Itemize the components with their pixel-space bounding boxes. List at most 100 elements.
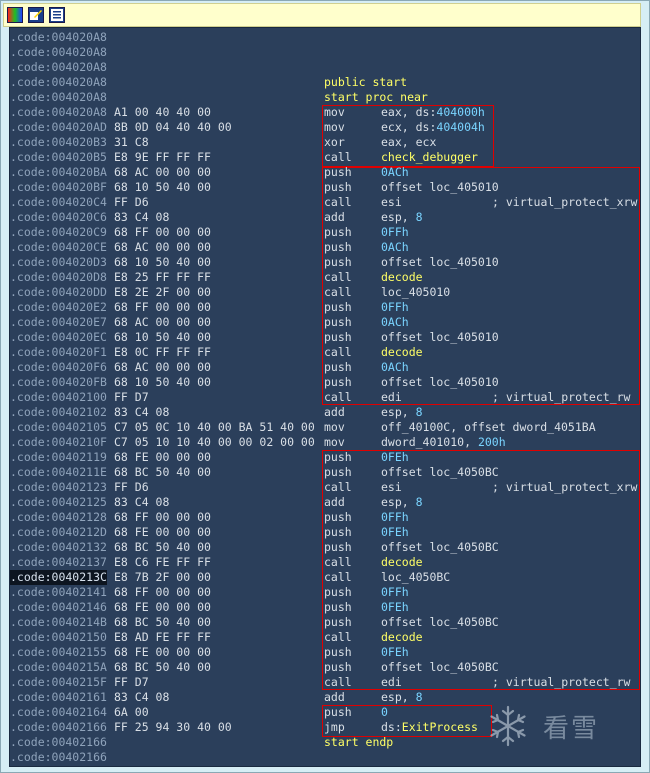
edit-icon[interactable] <box>28 7 44 23</box>
address: .code:0040211E <box>10 465 107 479</box>
listing-line[interactable]: .code:00402146 68 FE 00 00 00 push 0FEh <box>10 600 640 615</box>
listing-line[interactable]: .code:004020C6 83 C4 08 add esp, 8 <box>10 210 640 225</box>
operand-text: edi <box>381 675 402 689</box>
listing-line[interactable]: .code:0040214B 68 BC 50 40 00 push offset l… <box>10 615 640 630</box>
listing-line[interactable]: .code:00402100 FF D7 call edi ; virtual_prot… <box>10 390 640 405</box>
listing-line[interactable]: .code:00402155 68 FE 00 00 00 push 0FEh <box>10 645 640 660</box>
opcode-bytes: 68 FE 00 00 00 <box>114 525 211 539</box>
listing-line[interactable]: .code:004020A8 start proc near <box>10 90 640 105</box>
listing-line[interactable]: .code:00402164 6A 00 push 0 <box>10 705 640 720</box>
listing-line[interactable]: .code:004020EC 68 10 50 40 00 push offset l… <box>10 330 640 345</box>
operands: 0FEh <box>381 525 409 540</box>
listing-line[interactable]: .code:004020E7 68 AC 00 00 00 push 0ACh <box>10 315 640 330</box>
operands: esp, 8 <box>381 690 423 705</box>
address: .code:0040215F <box>10 675 107 689</box>
mnemonic: push <box>324 600 352 614</box>
operands: offset loc_4050BC <box>381 465 499 480</box>
listing-line[interactable]: .code:004020A8 <box>10 60 640 75</box>
constant: 0FEh <box>381 645 409 659</box>
operand-text: offset loc_4050BC <box>381 660 499 674</box>
operand-text: esi <box>381 480 402 494</box>
listing-line[interactable]: .code:004020A8 A1 00 40 40 00 mov eax, ds:4… <box>10 105 640 120</box>
comment: ; virtual_protect_rw <box>492 675 631 689</box>
symbol-name[interactable]: decode <box>381 270 423 284</box>
symbol-name[interactable]: check_debugger <box>381 150 478 164</box>
proc-label: public start <box>324 75 408 89</box>
symbol-name[interactable]: decode <box>381 630 423 644</box>
mnemonic: mov <box>324 420 345 434</box>
address: .code:004020C6 <box>10 210 107 224</box>
listing-line[interactable]: .code:004020F1 E8 0C FF FF FF call decode <box>10 345 640 360</box>
listing-line[interactable]: .code:004020A8 <box>10 45 640 60</box>
proc-label: start proc near <box>324 90 428 104</box>
listing-line[interactable]: .code:004020B3 31 C8 xor eax, ecx <box>10 135 640 150</box>
listing-line[interactable]: .code:004020BA 68 AC 00 00 00 push 0ACh <box>10 165 640 180</box>
listing-line[interactable]: .code:00402119 68 FE 00 00 00 push 0FEh <box>10 450 640 465</box>
operands: 0FFh <box>381 225 409 240</box>
listing-line[interactable]: .code:00402166 FF 25 94 30 40 00 jmp ds:Exi… <box>10 720 640 735</box>
listing-line[interactable]: .code:004020E2 68 FF 00 00 00 push 0FFh <box>10 300 640 315</box>
listing-line[interactable]: .code:0040211E 68 BC 50 40 00 push offset l… <box>10 465 640 480</box>
mnemonic: call <box>324 555 352 569</box>
operands: esi <box>381 195 402 210</box>
operand-text: eax, ecx <box>381 135 437 149</box>
operands: 0ACh <box>381 165 409 180</box>
listing-line[interactable]: .code:004020F6 68 AC 00 00 00 push 0ACh <box>10 360 640 375</box>
listing-line[interactable]: .code:0040213C E8 7B 2F 00 00 call loc_4050… <box>10 570 640 585</box>
operands: 0ACh <box>381 360 409 375</box>
opcode-bytes: 68 AC 00 00 00 <box>114 315 211 329</box>
listing-line[interactable]: .code:004020FB 68 10 50 40 00 push offset l… <box>10 375 640 390</box>
constant: 404004h <box>436 120 485 134</box>
graph-view-icon[interactable] <box>7 7 23 23</box>
listing-line[interactable]: .code:004020A8 public start <box>10 75 640 90</box>
listing-line[interactable]: .code:00402128 68 FF 00 00 00 push 0FFh <box>10 510 640 525</box>
listing-line[interactable]: .code:00402132 68 BC 50 40 00 push offset l… <box>10 540 640 555</box>
mnemonic: push <box>324 255 352 269</box>
listing-line[interactable]: .code:00402125 83 C4 08 add esp, 8 <box>10 495 640 510</box>
opcode-bytes: 83 C4 08 <box>114 210 170 224</box>
mnemonic: add <box>324 210 345 224</box>
disassembly-listing[interactable]: 看雪 .code:004020A8 .code:004020A8 .code:004… <box>9 27 641 767</box>
listing-line[interactable]: .code:00402161 83 C4 08 add esp, 8 <box>10 690 640 705</box>
listing-line[interactable]: .code:00402137 E8 C6 FE FF FF call decode <box>10 555 640 570</box>
listing-line[interactable]: .code:0040215F FF D7 call edi ; virtual_prot… <box>10 675 640 690</box>
mnemonic: call <box>324 630 352 644</box>
listing-line[interactable]: .code:00402105 C7 05 0C 10 40 00 BA 51 40… <box>10 420 640 435</box>
mnemonic: push <box>324 330 352 344</box>
opcode-bytes: E8 0C FF FF FF <box>114 345 211 359</box>
address: .code:004020F1 <box>10 345 107 359</box>
listing-line[interactable]: .code:00402141 68 FF 00 00 00 push 0FFh <box>10 585 640 600</box>
listing-line[interactable]: .code:0040212D 68 FE 00 00 00 push 0FEh <box>10 525 640 540</box>
symbol-name[interactable]: ExitProcess <box>402 720 478 734</box>
listing-line[interactable]: .code:004020A8 <box>10 30 640 45</box>
operand-text: esp, <box>381 495 416 509</box>
listing-line[interactable]: .code:004020CE 68 AC 00 00 00 push 0ACh <box>10 240 640 255</box>
address: .code:004020A8 <box>10 30 107 44</box>
listing-line[interactable]: .code:0040215A 68 BC 50 40 00 push offset l… <box>10 660 640 675</box>
symbol-name[interactable]: decode <box>381 345 423 359</box>
symbol-name[interactable]: decode <box>381 555 423 569</box>
toolbar <box>3 3 641 27</box>
listing-line[interactable]: .code:004020B5 E8 9E FF FF FF call check_de… <box>10 150 640 165</box>
listing-line[interactable]: .code:004020BF 68 10 50 40 00 push offset l… <box>10 180 640 195</box>
operands: 0ACh <box>381 240 409 255</box>
listing-line[interactable]: .code:00402166 start endp <box>10 735 640 750</box>
opcode-bytes: 68 10 50 40 00 <box>114 255 211 269</box>
listing-line[interactable]: .code:004020C9 68 FF 00 00 00 push 0FFh <box>10 225 640 240</box>
listing-line[interactable]: .code:00402166 <box>10 750 640 765</box>
listing-line[interactable]: .code:00402150 E8 AD FE FF FF call decode <box>10 630 640 645</box>
opcode-bytes: FF D6 <box>114 480 149 494</box>
listing-line[interactable]: .code:004020C4 FF D6 call esi ; virtual_prot… <box>10 195 640 210</box>
opcode-bytes: E8 9E FF FF FF <box>114 150 211 164</box>
opcode-bytes: FF D7 <box>114 675 149 689</box>
text-view-icon[interactable] <box>49 7 65 23</box>
listing-line[interactable]: .code:004020DD E8 2E 2F 00 00 call loc_4050… <box>10 285 640 300</box>
listing-line[interactable]: .code:00402102 83 C4 08 add esp, 8 <box>10 405 640 420</box>
listing-line[interactable]: .code:004020D3 68 10 50 40 00 push offset l… <box>10 255 640 270</box>
listing-line[interactable]: .code:004020D8 E8 25 FF FF FF call decode <box>10 270 640 285</box>
listing-line[interactable]: .code:0040210F C7 05 10 10 40 00 00 02 00… <box>10 435 640 450</box>
operands: 0 <box>381 705 388 720</box>
listing-line[interactable]: .code:00402123 FF D6 call esi ; virtual_prot… <box>10 480 640 495</box>
opcode-bytes: 68 BC 50 40 00 <box>114 660 211 674</box>
listing-line[interactable]: .code:004020AD 8B 0D 04 40 40 00 mov ecx, d… <box>10 120 640 135</box>
